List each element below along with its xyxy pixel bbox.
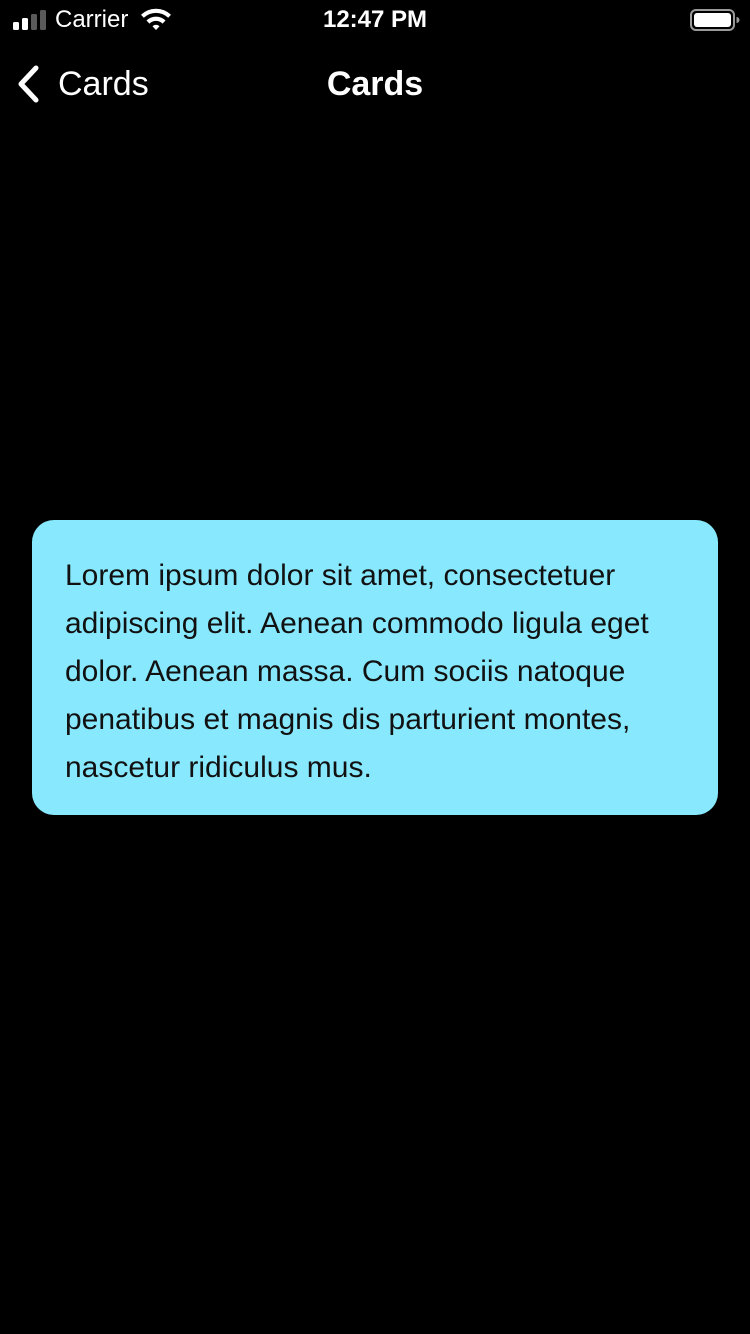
status-bar: Carrier 12:47 PM bbox=[0, 0, 750, 40]
card-text: Lorem ipsum dolor sit amet, consectetuer… bbox=[65, 559, 649, 784]
card: Lorem ipsum dolor sit amet, consectetuer… bbox=[32, 520, 718, 815]
status-time: 12:47 PM bbox=[322, 6, 428, 33]
screen: Carrier 12:47 PM Cards Cards Lorem ipsum… bbox=[0, 0, 750, 1334]
navigation-bar: Cards Cards bbox=[0, 40, 750, 128]
battery-icon bbox=[690, 9, 740, 31]
page-title: Cards bbox=[326, 65, 424, 103]
